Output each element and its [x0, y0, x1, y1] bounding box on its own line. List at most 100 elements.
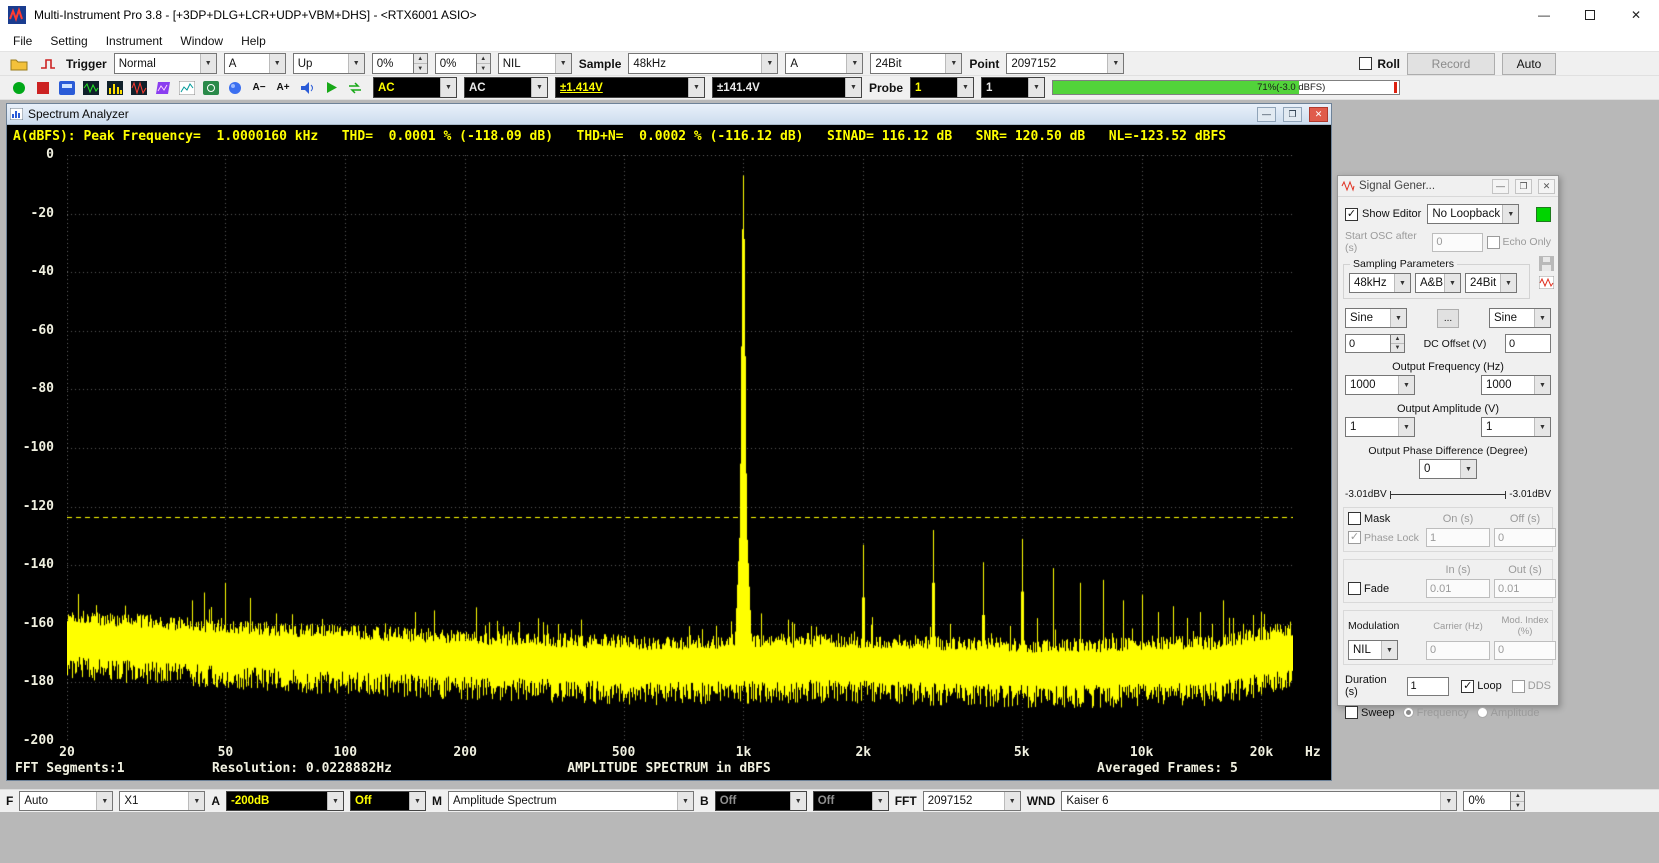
bit-depth-select[interactable]: 24Bit▼ — [870, 53, 962, 74]
duration-input[interactable]: 1 — [1407, 677, 1450, 696]
start-osc-input[interactable]: 0 — [1432, 233, 1482, 252]
probe-a-select[interactable]: 1▼ — [910, 77, 974, 98]
waveform-more-button[interactable]: ... — [1437, 309, 1459, 328]
speaker-icon[interactable] — [296, 77, 318, 98]
spectrum-3d-icon[interactable] — [152, 77, 174, 98]
waveform-a-select[interactable]: Sine▼ — [1345, 308, 1407, 328]
loopback-select[interactable]: No Loopback▼ — [1427, 204, 1519, 224]
trigger-edge-select[interactable]: Up▼ — [293, 53, 365, 74]
record-button[interactable]: Record — [1407, 53, 1495, 75]
lcr-meter-icon[interactable] — [200, 77, 222, 98]
frequency-b-select[interactable]: 1000▼ — [1481, 375, 1551, 395]
a-mode-select[interactable]: Off▼ — [350, 791, 426, 811]
trigger-delay-input[interactable]: 0%▲▼ — [435, 53, 491, 74]
titlebar[interactable]: Multi-Instrument Pro 3.8 - [+3DP+DLG+LCR… — [0, 0, 1659, 30]
mask-checkbox[interactable] — [1348, 512, 1361, 525]
stop-icon[interactable] — [32, 77, 54, 98]
font-decrease-icon[interactable]: A− — [248, 77, 270, 98]
trigger-mode-select[interactable]: Normal▼ — [114, 53, 217, 74]
menu-help[interactable]: Help — [232, 31, 275, 51]
roll-checkbox[interactable]: Roll — [1359, 57, 1400, 71]
sampling-rate-select[interactable]: 48kHz▼ — [628, 53, 778, 74]
spinner[interactable]: ▲▼ — [1391, 334, 1405, 353]
mod-index-input[interactable]: 0 — [1494, 641, 1556, 660]
open-file-icon[interactable] — [8, 53, 30, 74]
b-mode-select[interactable]: Off▼ — [813, 791, 889, 811]
panel-minimize-icon[interactable]: — — [1492, 179, 1509, 194]
child-close-icon[interactable]: ✕ — [1309, 107, 1328, 122]
window-function-select[interactable]: Kaiser 6▼ — [1061, 791, 1457, 811]
trigger-hpf-select[interactable]: NIL▼ — [498, 53, 572, 74]
generator-run-button[interactable] — [1536, 207, 1551, 222]
echo-only-checkbox[interactable] — [1487, 236, 1500, 249]
font-increase-icon[interactable]: A+ — [272, 77, 294, 98]
dds-checkbox[interactable] — [1512, 680, 1525, 693]
mask-on-input[interactable]: 1 — [1426, 528, 1490, 547]
level-slider[interactable] — [1390, 494, 1507, 495]
phase-difference-select[interactable]: 0▼ — [1419, 459, 1477, 479]
play-icon[interactable] — [320, 77, 342, 98]
spinner[interactable]: ▲▼ — [477, 53, 491, 74]
close-icon[interactable]: ✕ — [1613, 0, 1659, 30]
sweep-frequency-radio[interactable] — [1403, 707, 1414, 718]
range-a-select[interactable]: ±1.414V▼ — [555, 77, 705, 98]
range-b-select[interactable]: ±141.4V▼ — [712, 77, 862, 98]
waveform-b-select[interactable]: Sine▼ — [1489, 308, 1551, 328]
menu-instrument[interactable]: Instrument — [97, 31, 172, 51]
dc-offset-a-input[interactable]: 0 — [1345, 334, 1391, 353]
coupling-b-select[interactable]: AC▼ — [464, 77, 548, 98]
menu-file[interactable]: File — [4, 31, 41, 51]
fade-in-input[interactable]: 0.01 — [1426, 579, 1490, 598]
x-scale-select[interactable]: X1▼ — [119, 791, 205, 811]
probe-b-select[interactable]: 1▼ — [981, 77, 1045, 98]
gen-sampling-rate-select[interactable]: 48kHz▼ — [1349, 273, 1411, 293]
hotkey-icon[interactable] — [224, 77, 246, 98]
loop-checkbox[interactable]: ✓ — [1461, 680, 1474, 693]
record-length-select[interactable]: 2097152▼ — [1006, 53, 1124, 74]
trigger-level-input[interactable]: 0%▲▼ — [372, 53, 428, 74]
waveform-library-icon[interactable] — [1539, 276, 1554, 289]
measurement-mode-select[interactable]: Amplitude Spectrum▼ — [448, 791, 694, 811]
roll-checkbox-box[interactable] — [1359, 57, 1372, 70]
overlap-input[interactable]: 0%▲▼ — [1463, 791, 1525, 811]
signal-generator-titlebar[interactable]: Signal Gener... — ❐ ✕ — [1338, 176, 1558, 197]
phase-lock-checkbox[interactable]: ✓ — [1348, 531, 1361, 544]
modulation-select[interactable]: NIL▼ — [1348, 640, 1398, 660]
frequency-a-select[interactable]: 1000▼ — [1345, 375, 1415, 395]
carrier-input[interactable]: 0 — [1426, 641, 1490, 660]
amplitude-b-select[interactable]: 1▼ — [1481, 417, 1551, 437]
gen-channels-select[interactable]: A&B▼ — [1415, 273, 1461, 293]
sweep-checkbox[interactable] — [1345, 706, 1358, 719]
frequency-axis-select[interactable]: Auto▼ — [19, 791, 113, 811]
maximize-icon[interactable] — [1567, 0, 1613, 30]
signal-generator-icon[interactable] — [128, 77, 150, 98]
minimize-icon[interactable]: — — [1521, 0, 1567, 30]
multimeter-icon[interactable] — [56, 77, 78, 98]
trigger-source-select[interactable]: A▼ — [224, 53, 286, 74]
oscilloscope-icon[interactable] — [80, 77, 102, 98]
coupling-a-select[interactable]: AC▼ — [373, 77, 457, 98]
auto-button[interactable]: Auto — [1502, 53, 1556, 75]
spectrum-canvas[interactable] — [67, 155, 1293, 741]
fade-out-input[interactable]: 0.01 — [1494, 579, 1556, 598]
a-range-select[interactable]: -200dB▼ — [226, 791, 344, 811]
fade-checkbox[interactable] — [1348, 582, 1361, 595]
run-icon[interactable] — [8, 77, 30, 98]
menu-window[interactable]: Window — [171, 31, 232, 51]
save-icon[interactable] — [1539, 256, 1554, 271]
fft-size-select[interactable]: 2097152▼ — [923, 791, 1021, 811]
amplitude-a-select[interactable]: 1▼ — [1345, 417, 1415, 437]
child-minimize-icon[interactable]: — — [1257, 107, 1276, 122]
show-editor-checkbox[interactable]: ✓ — [1345, 208, 1358, 221]
panel-restore-icon[interactable]: ❐ — [1515, 179, 1532, 194]
b-range-select[interactable]: Off▼ — [715, 791, 807, 811]
mask-off-input[interactable]: 0 — [1494, 528, 1556, 547]
gen-bit-depth-select[interactable]: 24Bit▼ — [1465, 273, 1517, 293]
child-restore-icon[interactable]: ❐ — [1283, 107, 1302, 122]
sweep-amplitude-radio[interactable] — [1477, 707, 1488, 718]
menu-setting[interactable]: Setting — [41, 31, 96, 51]
loopback-icon[interactable] — [344, 77, 366, 98]
spectrum-analyzer-titlebar[interactable]: Spectrum Analyzer — ❐ ✕ — [7, 104, 1331, 125]
spinner[interactable]: ▲▼ — [414, 53, 428, 74]
panel-close-icon[interactable]: ✕ — [1538, 179, 1555, 194]
